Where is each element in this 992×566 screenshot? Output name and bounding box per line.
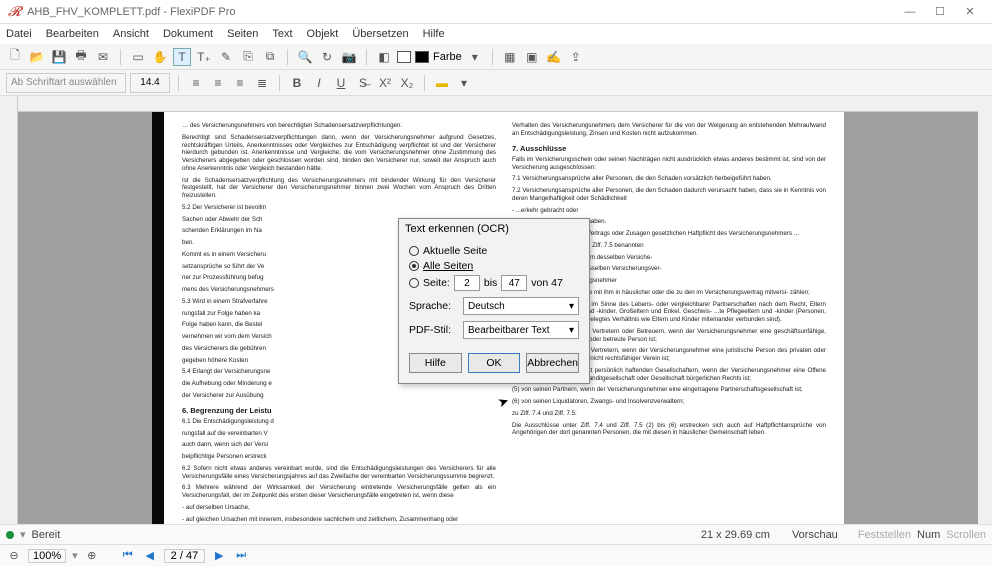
pdfstyle-label: PDF-Stil: xyxy=(409,324,463,336)
highlight-icon[interactable]: ◧ xyxy=(375,48,393,66)
pointer-icon[interactable]: ▭ xyxy=(129,48,147,66)
fill-color-swatch[interactable] xyxy=(397,51,411,63)
menu-uebersetzen[interactable]: Übersetzen xyxy=(352,28,408,40)
ocr-dialog: Text erkennen (OCR) Aktuelle Seite Alle … xyxy=(398,218,590,384)
range-to-input[interactable] xyxy=(501,275,527,291)
last-page-icon[interactable]: ⏭ xyxy=(233,549,249,562)
align-justify-icon[interactable]: ≣ xyxy=(253,74,271,92)
more-icon[interactable]: ▾ xyxy=(455,74,473,92)
radio-all-pages[interactable]: Alle Seiten xyxy=(409,260,579,272)
vertical-scrollbar[interactable] xyxy=(978,96,992,524)
link-tool-icon[interactable]: ⎘ xyxy=(239,48,257,66)
cancel-button[interactable]: Abbrechen xyxy=(526,353,579,373)
status-bar: ▾ Bereit 21 x 29.69 cm Vorschau Feststel… xyxy=(0,524,992,544)
highlight-text-icon[interactable]: ▬ xyxy=(433,74,451,92)
ruler-vertical xyxy=(0,96,18,524)
crop-icon[interactable]: ⧉ xyxy=(261,48,279,66)
align-right-icon[interactable]: ≡ xyxy=(231,74,249,92)
status-led-icon xyxy=(6,531,14,539)
menu-ansicht[interactable]: Ansicht xyxy=(113,28,149,40)
ok-button[interactable]: OK xyxy=(468,353,521,373)
export-icon[interactable]: ⇪ xyxy=(567,48,585,66)
page-indicator[interactable]: 2 / 47 xyxy=(164,549,206,563)
language-select[interactable]: Deutsch▾ xyxy=(463,297,579,315)
form-icon[interactable]: ▦ xyxy=(501,48,519,66)
title-bar: 𝓡 AHB_FHV_KOMPLETT.pdf - FlexiPDF Pro — … xyxy=(0,0,992,24)
menu-bearbeiten[interactable]: Bearbeiten xyxy=(46,28,99,40)
help-button[interactable]: Hilfe xyxy=(409,353,462,373)
edit-icon[interactable]: ✎ xyxy=(217,48,235,66)
hand-icon[interactable]: ✋ xyxy=(151,48,169,66)
text-toolbar: Ab Schriftart auswählen 14.4 ≡ ≡ ≡ ≣ B I… xyxy=(0,70,992,96)
align-left-icon[interactable]: ≡ xyxy=(187,74,205,92)
italic-icon[interactable]: I xyxy=(310,74,328,92)
next-page-icon[interactable]: ▶ xyxy=(211,549,227,562)
stamp-icon[interactable]: ▣ xyxy=(523,48,541,66)
navigation-bar: ⊖ 100% ▾ ⊕ ⏮ ◀ 2 / 47 ▶ ⏭ xyxy=(0,544,992,566)
print-icon[interactable]: 🖶 xyxy=(72,48,90,66)
search-icon[interactable]: 🔍 xyxy=(296,48,314,66)
menu-seiten[interactable]: Seiten xyxy=(227,28,258,40)
font-family-select[interactable]: Ab Schriftart auswählen xyxy=(6,73,126,93)
radio-current-page[interactable]: Aktuelle Seite xyxy=(409,245,579,257)
chevron-down-icon: ▾ xyxy=(569,325,574,336)
first-page-icon[interactable]: ⏮ xyxy=(120,549,136,562)
dropdown-icon[interactable]: ▾ xyxy=(466,48,484,66)
status-ready: Bereit xyxy=(32,529,61,541)
main-toolbar: 🗋 📂 💾 🖶 ✉ ▭ ✋ T T₊ ✎ ⎘ ⧉ 🔍 ↻ 📷 ◧ Farbe ▾… xyxy=(0,44,992,70)
menu-datei[interactable]: Datei xyxy=(6,28,32,40)
menu-bar: Datei Bearbeiten Ansicht Dokument Seiten… xyxy=(0,24,992,44)
superscript-icon[interactable]: X² xyxy=(376,74,394,92)
subscript-icon[interactable]: X₂ xyxy=(398,74,416,92)
new-icon[interactable]: 🗋 xyxy=(6,48,24,66)
refresh-icon[interactable]: ↻ xyxy=(318,48,336,66)
strike-icon[interactable]: S̶ xyxy=(354,74,372,92)
prev-page-icon[interactable]: ◀ xyxy=(142,549,158,562)
range-from-input[interactable] xyxy=(454,275,480,291)
maximize-button[interactable]: ☐ xyxy=(926,2,954,22)
ruler-horizontal xyxy=(18,96,978,112)
close-button[interactable]: ✕ xyxy=(956,2,984,22)
stroke-color-swatch[interactable] xyxy=(415,51,429,63)
zoom-level[interactable]: 100% xyxy=(28,549,66,563)
mail-icon[interactable]: ✉ xyxy=(94,48,112,66)
chevron-down-icon: ▾ xyxy=(569,301,574,312)
minimize-button[interactable]: — xyxy=(896,2,924,22)
status-feststellen: Feststellen xyxy=(858,529,911,541)
text-tool-icon[interactable]: T xyxy=(173,48,191,66)
status-dimensions: 21 x 29.69 cm xyxy=(701,529,770,541)
zoom-in-icon[interactable]: ⊕ xyxy=(84,549,100,562)
sign-icon[interactable]: ✍ xyxy=(545,48,563,66)
language-label: Sprache: xyxy=(409,300,463,312)
status-scrollen: Scrollen xyxy=(946,529,986,541)
status-num: Num xyxy=(917,529,940,541)
camera-icon[interactable]: 📷 xyxy=(340,48,358,66)
underline-icon[interactable]: U xyxy=(332,74,350,92)
app-logo: 𝓡 xyxy=(8,3,21,20)
window-title: AHB_FHV_KOMPLETT.pdf - FlexiPDF Pro xyxy=(27,6,896,18)
font-size-input[interactable]: 14.4 xyxy=(130,73,170,93)
zoom-out-icon[interactable]: ⊖ xyxy=(6,549,22,562)
menu-hilfe[interactable]: Hilfe xyxy=(423,28,445,40)
menu-text[interactable]: Text xyxy=(272,28,292,40)
color-label: Farbe xyxy=(433,51,462,63)
open-icon[interactable]: 📂 xyxy=(28,48,46,66)
align-center-icon[interactable]: ≡ xyxy=(209,74,227,92)
text-plus-icon[interactable]: T₊ xyxy=(195,48,213,66)
menu-dokument[interactable]: Dokument xyxy=(163,28,213,40)
menu-objekt[interactable]: Objekt xyxy=(307,28,339,40)
status-preview[interactable]: Vorschau xyxy=(792,529,838,541)
save-icon[interactable]: 💾 xyxy=(50,48,68,66)
bold-icon[interactable]: B xyxy=(288,74,306,92)
pdfstyle-select[interactable]: Bearbeitbarer Text▾ xyxy=(463,321,579,339)
radio-page-range[interactable] xyxy=(409,278,419,288)
dialog-title: Text erkennen (OCR) xyxy=(399,219,589,239)
